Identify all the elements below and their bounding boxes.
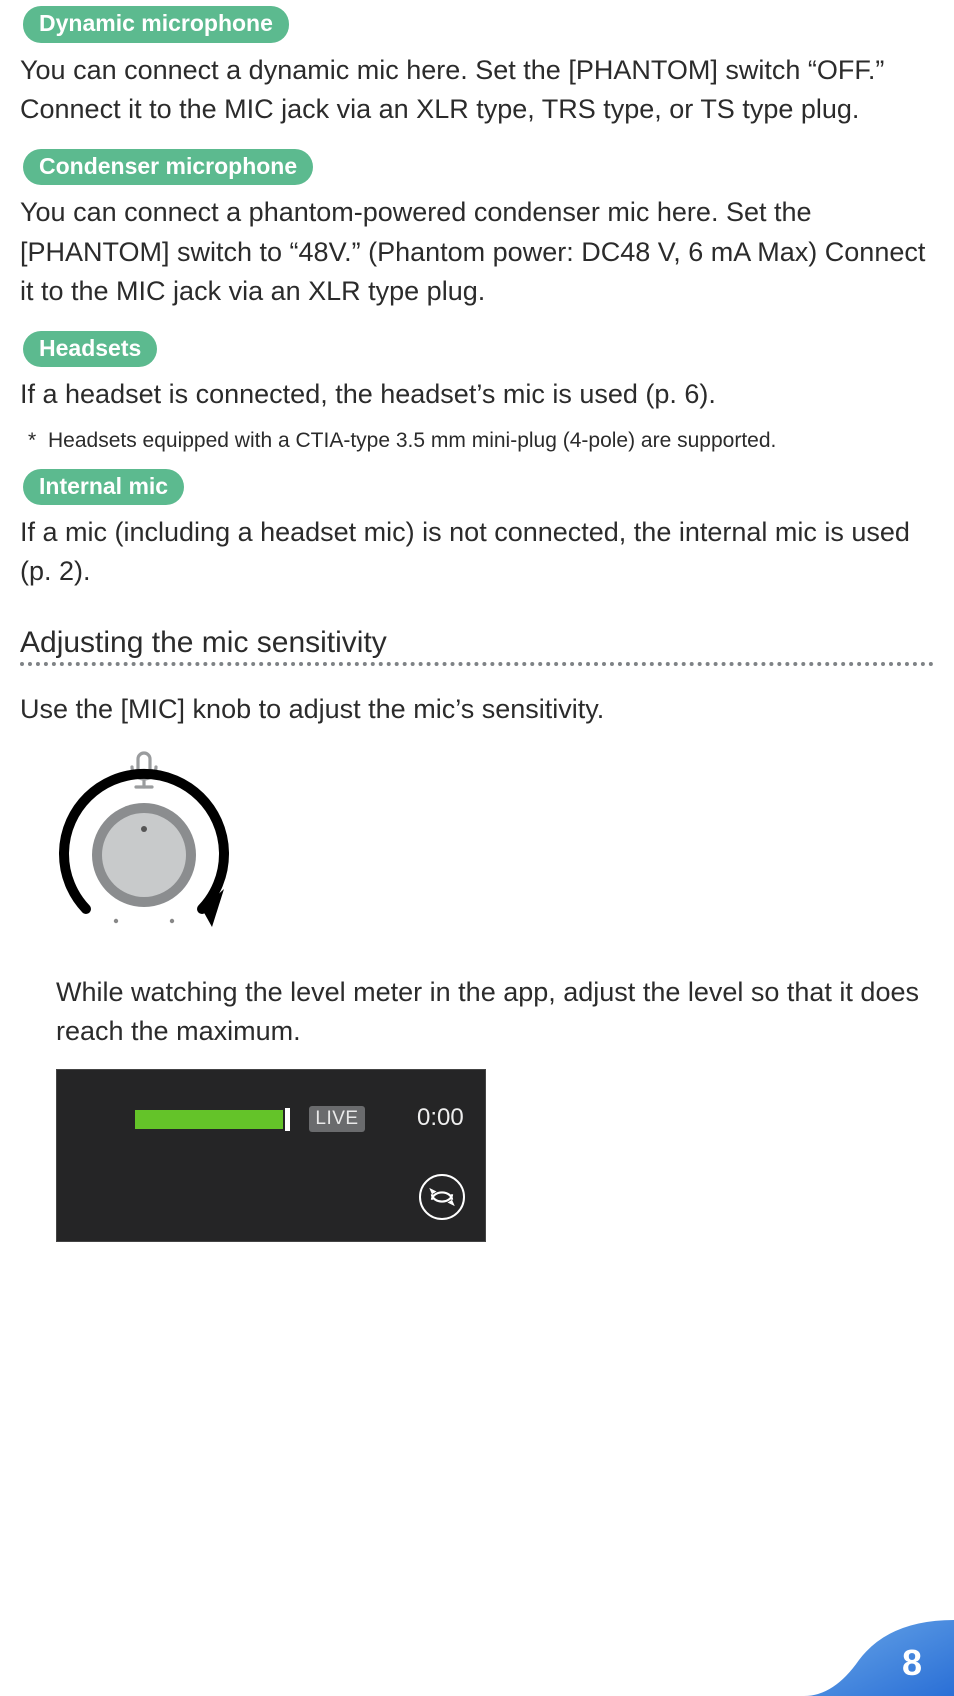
- tag-dynamic-microphone: Dynamic microphone: [23, 6, 289, 43]
- page-number-tab: 8: [804, 1620, 954, 1696]
- tag-internal-mic: Internal mic: [23, 469, 184, 506]
- app-level-meter-screenshot: LIVE 0:00: [56, 1069, 486, 1242]
- tag-headsets: Headsets: [23, 331, 157, 368]
- page-number: 8: [902, 1642, 922, 1684]
- paragraph-dynamic: You can connect a dynamic mic here. Set …: [20, 51, 934, 129]
- heading-adjusting-sensitivity: Adjusting the mic sensitivity: [20, 626, 934, 660]
- knob-icon: [92, 803, 196, 923]
- paragraph-adjust-body: While watching the level meter in the ap…: [56, 973, 926, 1051]
- note-headsets: *Headsets equipped with a CTIA-type 3.5 …: [20, 429, 934, 453]
- note-headsets-text: Headsets equipped with a CTIA-type 3.5 m…: [48, 429, 776, 452]
- loop-button[interactable]: [419, 1174, 465, 1220]
- level-meter-fill: [135, 1110, 283, 1129]
- paragraph-internal: If a mic (including a headset mic) is no…: [20, 513, 934, 591]
- loop-icon: [421, 1176, 463, 1218]
- note-asterisk: *: [20, 429, 48, 453]
- paragraph-condenser: You can connect a phantom-powered conden…: [20, 193, 934, 310]
- mic-knob-illustration: [44, 749, 244, 949]
- paragraph-adjust-intro: Use the [MIC] knob to adjust the mic’s s…: [20, 690, 934, 729]
- heading-underline: [20, 662, 934, 666]
- live-badge: LIVE: [309, 1106, 365, 1132]
- tag-condenser-microphone: Condenser microphone: [23, 149, 313, 186]
- paragraph-headsets: If a headset is connected, the headset’s…: [20, 375, 934, 414]
- level-meter-peak-tick: [285, 1108, 290, 1131]
- timer-display: 0:00: [417, 1104, 464, 1132]
